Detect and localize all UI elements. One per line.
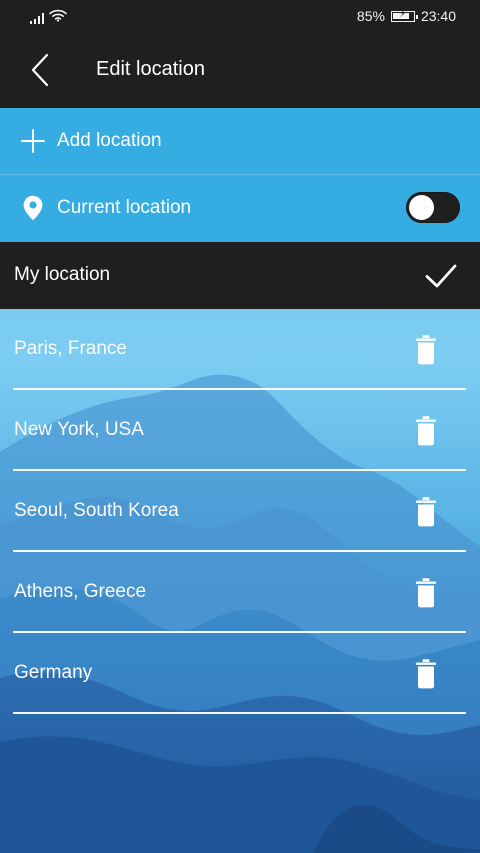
delete-location-button[interactable] bbox=[410, 653, 442, 693]
check-icon bbox=[425, 264, 457, 288]
my-location-label: My location bbox=[14, 264, 111, 285]
trash-icon bbox=[416, 658, 436, 688]
delete-location-button[interactable] bbox=[410, 329, 442, 369]
top-app-bar: Edit location bbox=[0, 34, 480, 108]
location-name: Germany bbox=[14, 662, 93, 683]
plus-icon bbox=[18, 126, 48, 156]
list-item: Seoul, South Korea bbox=[0, 471, 480, 552]
trash-icon bbox=[416, 415, 436, 445]
charging-icon: ⚡ bbox=[398, 8, 406, 20]
current-location-toggle[interactable] bbox=[406, 192, 460, 223]
list-item: New York, USA bbox=[0, 390, 480, 471]
location-name: Seoul, South Korea bbox=[14, 500, 179, 521]
trash-icon bbox=[416, 577, 436, 607]
list-divider bbox=[13, 712, 466, 714]
status-bar: 85% ⚡ 23:40 bbox=[0, 0, 480, 34]
current-location-row: Current location bbox=[0, 175, 480, 242]
delete-location-button[interactable] bbox=[410, 410, 442, 450]
toggle-knob bbox=[409, 195, 434, 220]
location-name: Paris, France bbox=[14, 338, 127, 359]
status-icons-right: 85% ⚡ 23:40 bbox=[357, 8, 456, 24]
location-name: New York, USA bbox=[14, 419, 144, 440]
signal-icon bbox=[30, 12, 44, 24]
page-title: Edit location bbox=[96, 58, 205, 80]
location-pin-icon bbox=[18, 193, 48, 223]
saved-location-list: Paris, France New York, USA Seoul, South… bbox=[0, 309, 480, 714]
chevron-left-icon bbox=[31, 53, 49, 87]
delete-location-button[interactable] bbox=[410, 491, 442, 531]
add-location-button[interactable]: Add location bbox=[0, 108, 480, 175]
trash-icon bbox=[416, 334, 436, 364]
battery-percent: 85% bbox=[356, 8, 385, 24]
list-item: Germany bbox=[0, 633, 480, 714]
current-location-label: Current location bbox=[57, 197, 192, 218]
back-button[interactable] bbox=[16, 47, 62, 93]
wifi-icon bbox=[49, 8, 67, 27]
add-location-label: Add location bbox=[57, 130, 162, 151]
app-screen: 85% ⚡ 23:40 Edit location Add location C… bbox=[0, 0, 480, 853]
delete-location-button[interactable] bbox=[410, 572, 442, 612]
trash-icon bbox=[416, 496, 436, 526]
list-item: Athens, Greece bbox=[0, 552, 480, 633]
list-item: Paris, France bbox=[0, 309, 480, 390]
location-name: Athens, Greece bbox=[14, 581, 147, 602]
battery-icon: ⚡ bbox=[390, 8, 418, 22]
status-icons-left bbox=[30, 8, 67, 27]
my-location-row[interactable]: My location bbox=[0, 242, 480, 309]
status-time: 23:40 bbox=[420, 8, 456, 24]
